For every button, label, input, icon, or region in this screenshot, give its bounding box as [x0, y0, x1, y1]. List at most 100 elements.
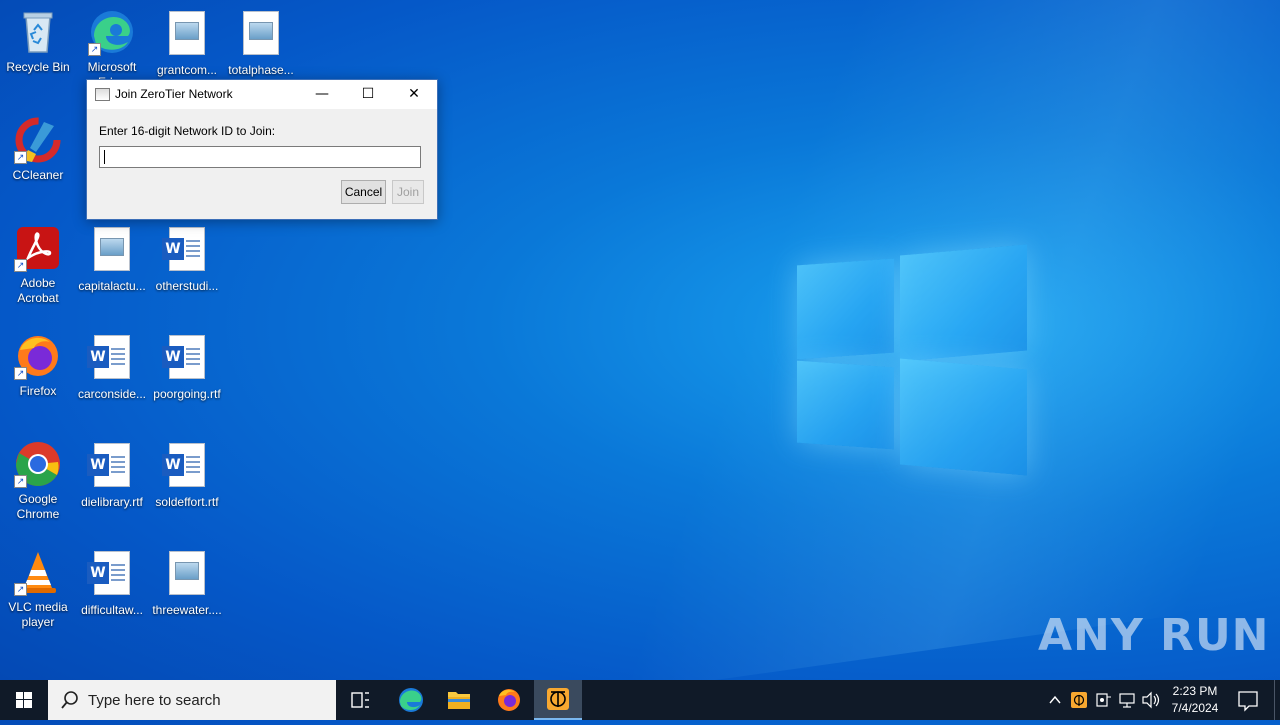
desktop-icon-microsoft-edge[interactable]: ↗ Microsoft Edge — [74, 8, 150, 90]
tray-network[interactable] — [1116, 680, 1138, 720]
desktop-icon-totalphase[interactable]: totalphase... — [223, 8, 299, 78]
volume-icon — [1142, 691, 1160, 709]
anyrun-watermark: ANY RUN — [1038, 610, 1270, 661]
tray-network-device[interactable] — [1092, 680, 1114, 720]
windows-logo-pane-br — [900, 358, 1027, 476]
tray-volume[interactable] — [1140, 680, 1162, 720]
desktop-icon-soldeffort[interactable]: W soldeffort.rtf — [149, 440, 225, 510]
desktop-icon-google-chrome[interactable]: ↗ Google Chrome — [0, 440, 76, 522]
desktop-icon-adobe-acrobat[interactable]: ↗ Adobe Acrobat — [0, 224, 76, 306]
desktop-icon-otherstudi[interactable]: W otherstudi... — [149, 224, 225, 294]
text-caret — [104, 150, 105, 164]
maximize-button[interactable]: ☐ — [345, 80, 391, 109]
word-document-icon: W — [162, 227, 211, 275]
clock[interactable]: 2:23 PM 7/4/2024 — [1164, 680, 1226, 720]
desktop-icon-vlc[interactable]: ↗ VLC media player — [0, 548, 76, 630]
clock-date: 7/4/2024 — [1171, 701, 1219, 715]
cancel-button[interactable]: Cancel — [341, 180, 386, 204]
taskbar-edge[interactable] — [388, 680, 434, 720]
search-icon — [61, 691, 78, 709]
taskbar: Type here to search 2:23 PM 7/4/2024 — [0, 680, 1280, 720]
icon-label: Firefox — [19, 384, 57, 398]
edge-icon — [399, 688, 423, 712]
icon-label: Adobe Acrobat — [17, 276, 59, 305]
chevron-up-icon — [1049, 695, 1061, 704]
taskbar-search-box[interactable]: Type here to search — [48, 680, 336, 720]
windows-logo-pane-tl — [797, 258, 894, 360]
taskbar-firefox[interactable] — [486, 680, 532, 720]
desktop-icon-poorgoing[interactable]: W poorgoing.rtf — [149, 332, 225, 402]
icon-label: threewater.... — [152, 603, 222, 617]
dialog-title: Join ZeroTier Network — [115, 87, 233, 101]
show-hidden-icons-button[interactable] — [1044, 680, 1066, 720]
icon-label: CCleaner — [12, 168, 64, 182]
word-document-icon: W — [87, 443, 136, 491]
join-button[interactable]: Join — [392, 180, 424, 204]
tray-zerotier[interactable] — [1068, 680, 1090, 720]
network-id-input[interactable] — [99, 146, 421, 168]
vlc-cone-icon: ↗ — [14, 548, 62, 596]
adobe-acrobat-icon: ↗ — [14, 224, 62, 272]
app-window-icon — [95, 88, 110, 101]
desktop-icon-threewater[interactable]: threewater.... — [149, 548, 225, 618]
desktop-icon-ccleaner[interactable]: ↗ CCleaner — [0, 116, 76, 183]
icon-label: grantcom... — [156, 63, 218, 77]
shortcut-arrow-icon: ↗ — [14, 583, 27, 596]
image-file-icon — [237, 11, 285, 59]
word-document-icon: W — [162, 443, 211, 491]
icon-label: VLC media player — [8, 600, 68, 629]
zerotier-tray-icon — [1071, 692, 1087, 708]
close-button[interactable]: ✕ — [391, 80, 437, 109]
image-file-icon — [163, 551, 211, 599]
show-desktop-button[interactable] — [1274, 680, 1280, 720]
word-document-icon: W — [162, 335, 211, 383]
zerotier-icon — [547, 688, 569, 710]
icon-label: Recycle Bin — [6, 60, 70, 74]
desktop-icon-grantcom[interactable]: grantcom... — [149, 8, 225, 78]
join-network-dialog: Join ZeroTier Network — ☐ ✕ Enter 16-dig… — [86, 79, 438, 220]
windows-logo-pane-tr — [900, 244, 1027, 362]
icon-label: soldeffort.rtf — [155, 495, 219, 509]
action-center-button[interactable] — [1228, 680, 1268, 720]
word-document-icon: W — [87, 335, 136, 383]
image-file-icon — [163, 11, 211, 59]
desktop-icon-recycle-bin[interactable]: Recycle Bin — [0, 8, 76, 75]
ccleaner-icon: ↗ — [14, 116, 62, 164]
icon-label: Google Chrome — [16, 492, 60, 521]
chrome-icon: ↗ — [14, 440, 62, 488]
shortcut-arrow-icon: ↗ — [14, 475, 27, 488]
search-placeholder: Type here to search — [88, 692, 221, 709]
image-file-icon — [88, 227, 136, 275]
icon-label: capitalactu... — [78, 279, 146, 293]
taskbar-file-explorer[interactable] — [436, 680, 482, 720]
word-document-icon: W — [87, 551, 136, 599]
edge-icon: ↗ — [88, 8, 136, 56]
minimize-button[interactable]: — — [299, 80, 345, 109]
firefox-icon — [498, 689, 520, 711]
icon-label: difficultaw... — [81, 603, 143, 617]
start-button[interactable] — [0, 680, 48, 720]
icon-label: poorgoing.rtf — [153, 387, 221, 401]
windows-start-icon — [16, 692, 32, 708]
task-view-icon — [351, 692, 369, 708]
task-view-button[interactable] — [338, 680, 382, 720]
windows-logo-pane-bl — [797, 360, 894, 450]
shortcut-arrow-icon: ↗ — [14, 259, 27, 272]
network-id-prompt: Enter 16-digit Network ID to Join: — [99, 124, 276, 138]
network-icon — [1119, 693, 1135, 708]
icon-label: carconside... — [77, 387, 147, 401]
desktop-icon-capitalactu[interactable]: capitalactu... — [74, 224, 150, 294]
desktop-icon-difficultaw[interactable]: W difficultaw... — [74, 548, 150, 618]
folder-icon — [448, 692, 470, 709]
shortcut-arrow-icon: ↗ — [88, 43, 101, 56]
firefox-icon: ↗ — [14, 332, 62, 380]
taskbar-zerotier-active[interactable] — [534, 680, 582, 720]
dialog-titlebar[interactable]: Join ZeroTier Network — ☐ ✕ — [87, 80, 437, 109]
desktop-icon-carconside[interactable]: W carconside... — [74, 332, 150, 402]
shortcut-arrow-icon: ↗ — [14, 367, 27, 380]
icon-label: otherstudi... — [155, 279, 219, 293]
icon-label: totalphase... — [228, 63, 294, 77]
desktop-icon-dielibrary[interactable]: W dielibrary.rtf — [74, 440, 150, 510]
desktop-icon-firefox[interactable]: ↗ Firefox — [0, 332, 76, 399]
recycle-bin-icon — [14, 8, 62, 56]
